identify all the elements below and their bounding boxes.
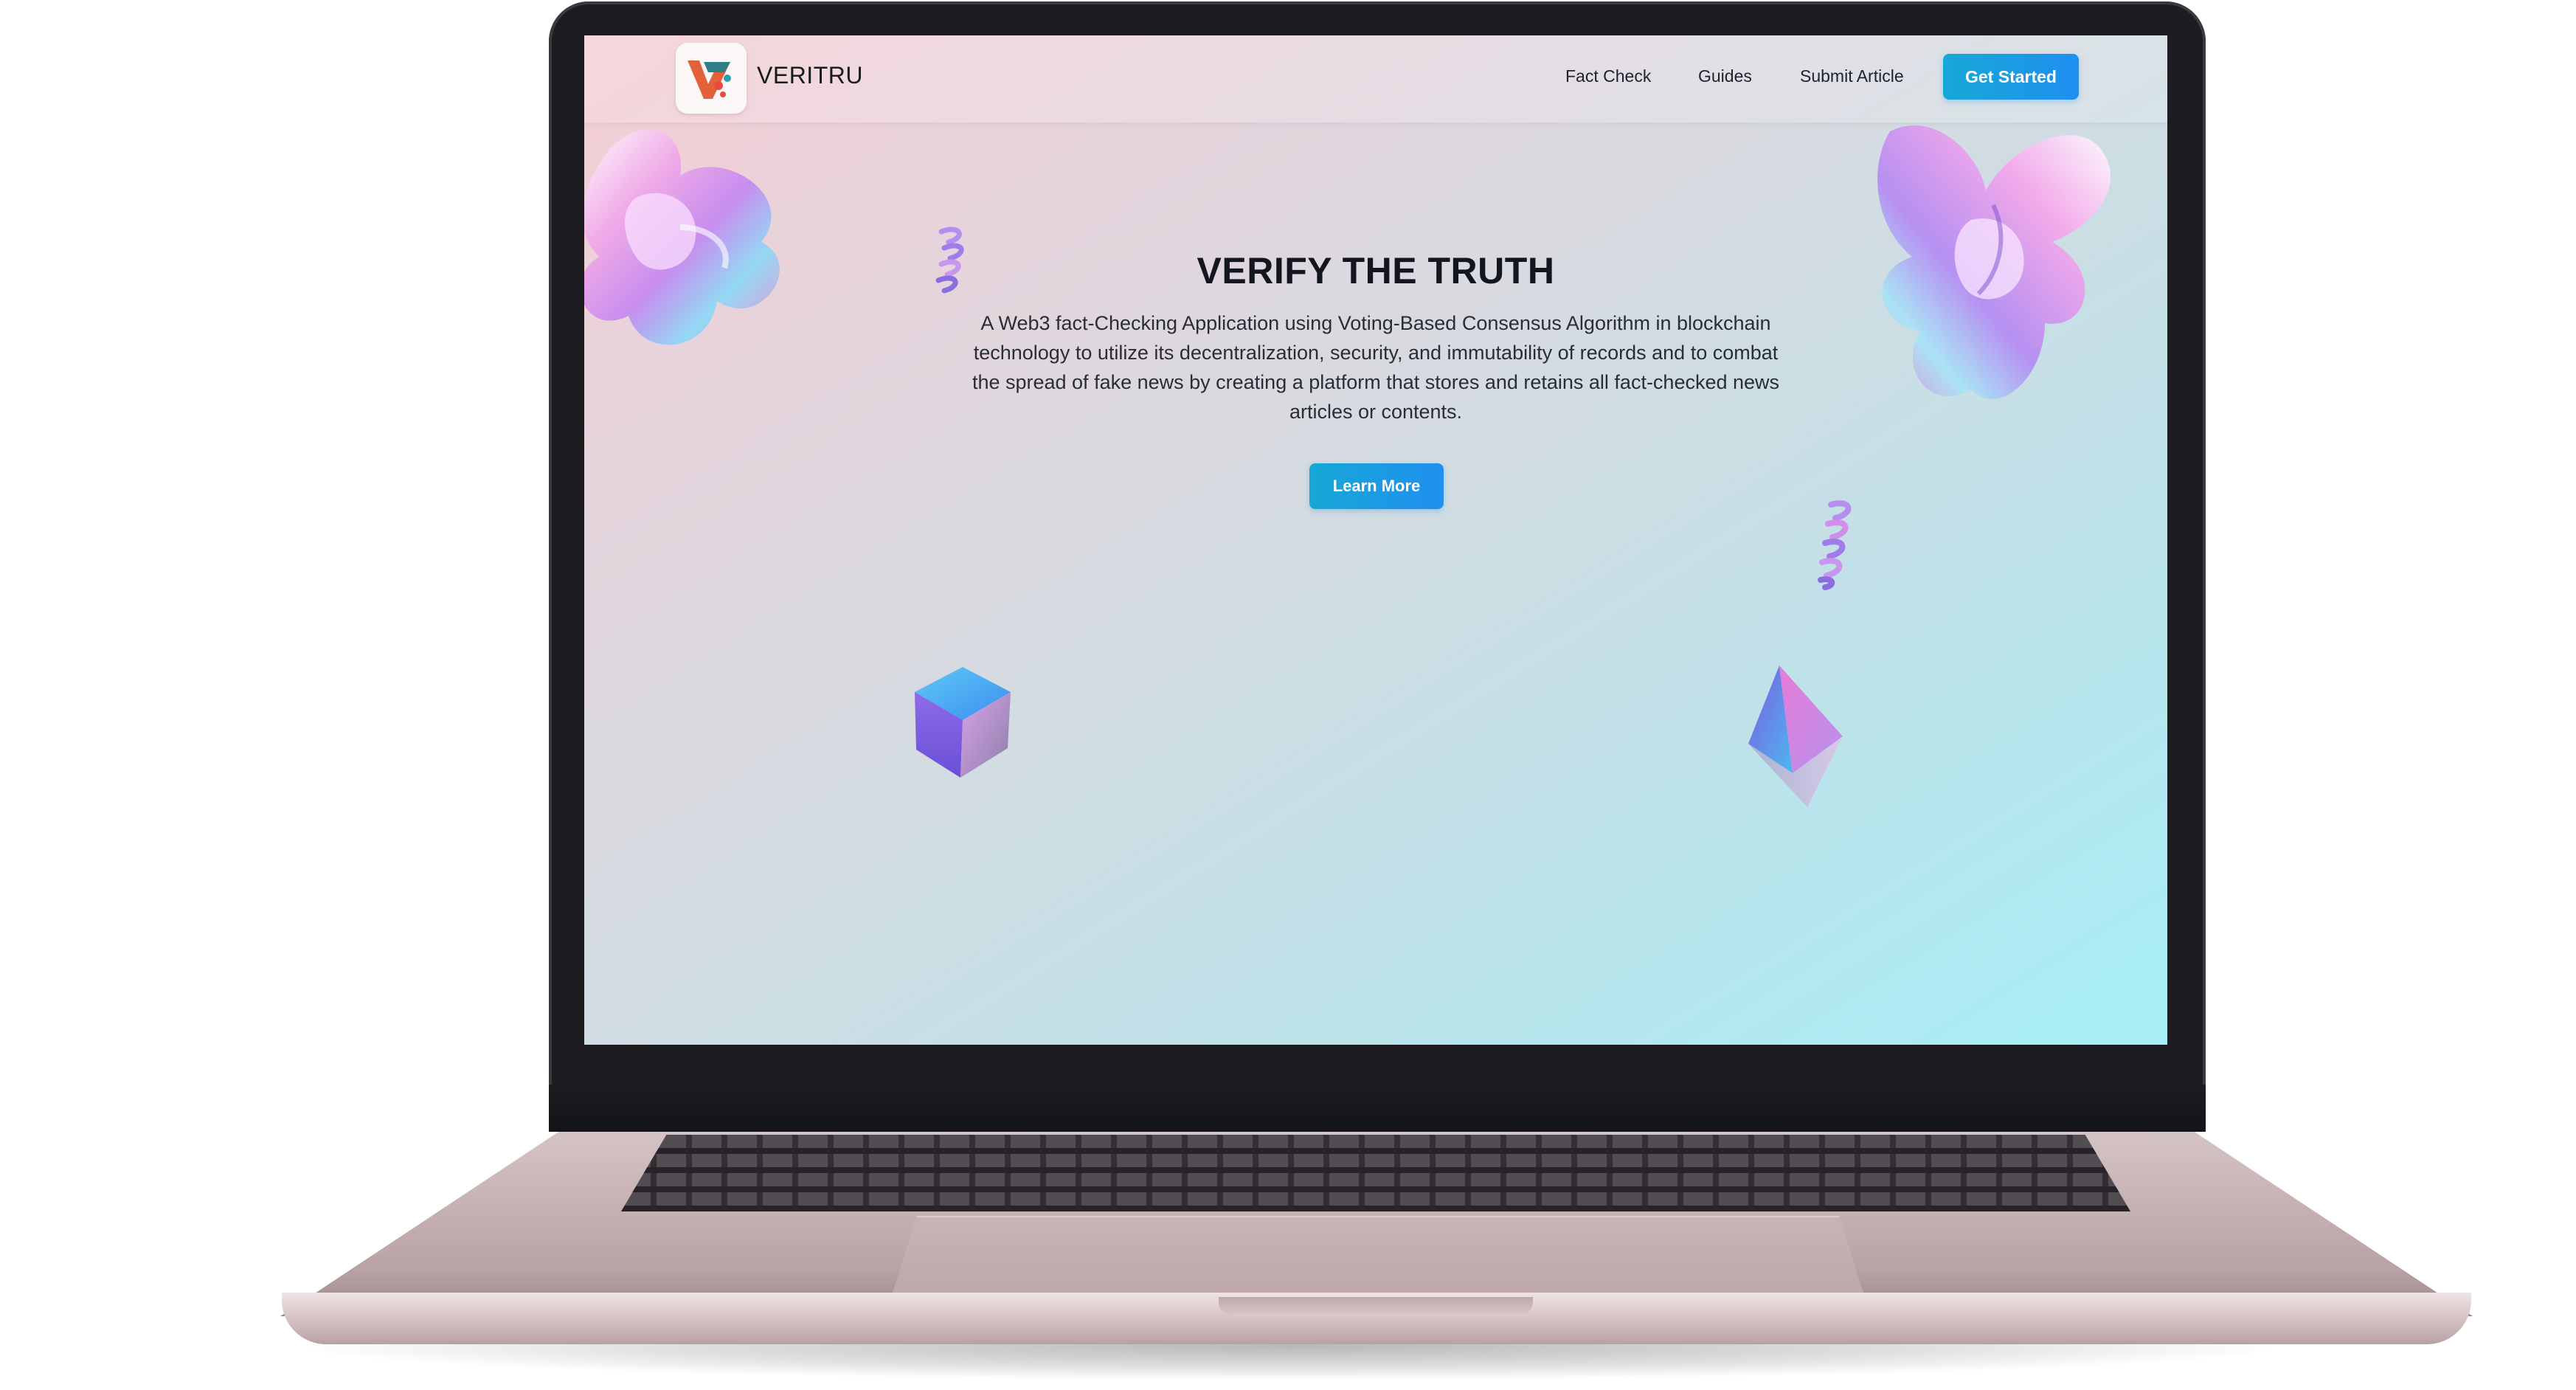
hero-title: VERIFY THE TRUTH: [1197, 250, 1555, 291]
top-navbar: VERITRU Fact Check Guides Submit Article…: [584, 35, 2167, 122]
laptop-keyboard-rows: [621, 1135, 2130, 1211]
nav-link-fact-check[interactable]: Fact Check: [1565, 66, 1651, 86]
cube-icon: [915, 667, 1011, 778]
nav-link-guides[interactable]: Guides: [1698, 66, 1752, 86]
hero-description: A Web3 fact-Checking Application using V…: [972, 312, 1780, 423]
learn-more-button[interactable]: Learn More: [1309, 463, 1444, 509]
holographic-flower-icon: [584, 129, 780, 345]
laptop-lid-hinge: [549, 1085, 2206, 1132]
spiral-icon: [1818, 500, 1852, 590]
brand-name[interactable]: VERITRU: [757, 62, 863, 89]
veritru-logo-icon: [688, 60, 731, 99]
laptop-notch: [1219, 1297, 1533, 1316]
get-started-button[interactable]: Get Started: [1943, 54, 2079, 100]
nav-link-submit-article[interactable]: Submit Article: [1800, 66, 1904, 86]
pyramid-icon: [1748, 665, 1843, 807]
laptop-trackpad: [893, 1216, 1863, 1293]
laptop-screen: VERITRU Fact Check Guides Submit Article…: [584, 35, 2167, 1045]
brand-logo[interactable]: [676, 43, 747, 114]
